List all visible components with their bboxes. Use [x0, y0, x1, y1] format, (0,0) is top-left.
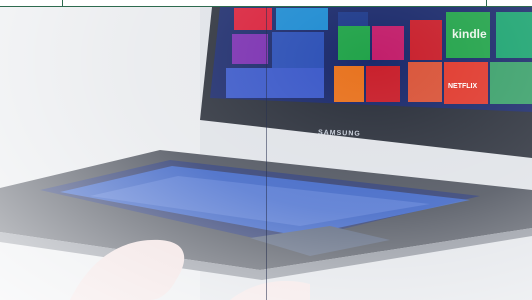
photo-frame: kindle NETFLIX SAMSUNG [0, 0, 532, 300]
column-divider-center [266, 7, 267, 300]
top-table-border [0, 0, 532, 7]
column-divider-left [62, 0, 63, 7]
column-divider-right [486, 0, 487, 7]
netflix-tile-label: NETFLIX [448, 83, 477, 90]
kindle-tile-label: kindle [452, 27, 487, 41]
device-brand-label: SAMSUNG [317, 129, 361, 138]
